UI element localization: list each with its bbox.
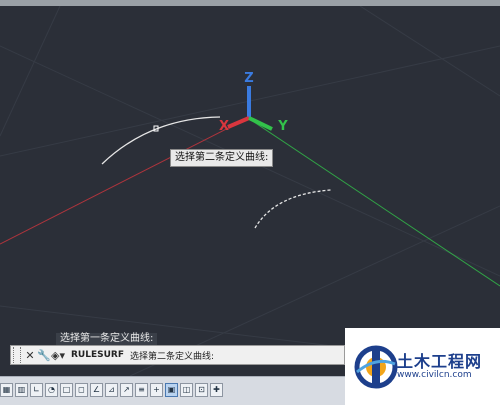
annotation-monitor-icon[interactable]: ⊡ [195,383,208,397]
drawing-viewport[interactable]: Z X Y 选择第二条定义曲线: [0,6,500,376]
ucs-y-label: Y [277,119,288,134]
status-bar-tools: ▦ ▥ ∟ ◔ □ ◻ ∠ ⊿ ↗ ≡ + ▣ ◫ ⊡ ✚ [0,383,225,397]
command-line[interactable]: ✕ 🔧 ◈▾ RULESURF 选择第二条定义曲线: [10,345,345,365]
ucs-y-arrow [248,116,273,131]
autocad-window: Z X Y 选择第二条定义曲线: 选择第一条定义曲线: ✕ 🔧 ◈▾ RULES… [0,0,500,405]
workspace-icon[interactable]: ✚ [210,383,223,397]
osnap-icon[interactable]: □ [60,383,73,397]
wrench-icon[interactable]: 🔧 [37,347,51,363]
transparency-icon[interactable]: + [150,383,163,397]
ucs-z-label: Z [244,71,253,86]
ucs-icon: Z X Y [219,71,288,134]
watermark-brand: 土木工程网 [397,352,483,371]
watermark-logo: 土木工程网 www.civilcn.com [345,328,500,405]
second-defining-curve[interactable] [254,189,332,229]
x-axis-line [0,117,249,245]
polar-icon[interactable]: ◔ [45,383,58,397]
quick-properties-icon[interactable]: ▣ [165,383,178,397]
ground-grid [0,6,500,376]
ucs-x-arrow [227,116,250,129]
ucs-x-label: X [219,119,229,134]
otrack-icon[interactable]: ∠ [90,383,103,397]
ruled-surface-icon[interactable]: ◈▾ [51,347,65,363]
command-history-line: 选择第一条定义曲线: [56,333,158,345]
viewport-canvas: Z X Y [0,6,500,376]
close-icon[interactable]: ✕ [23,347,37,363]
ortho-icon[interactable]: ∟ [30,383,43,397]
3d-osnap-icon[interactable]: ◻ [75,383,88,397]
snap-icon[interactable]: ▥ [15,383,28,397]
command-line-grip[interactable] [13,347,21,363]
command-name: RULESURF [71,350,124,360]
dynamic-input-tooltip: 选择第二条定义曲线: [170,149,274,167]
grid-icon[interactable]: ▦ [0,383,13,397]
selection-cycling-icon[interactable]: ◫ [180,383,193,397]
ducs-icon[interactable]: ⊿ [105,383,118,397]
y-axis-line [247,117,500,287]
civilcn-logo-icon [354,345,398,389]
watermark-url: www.civilcn.com [397,370,472,380]
command-prompt[interactable]: 选择第二条定义曲线: [130,349,214,362]
lineweight-icon[interactable]: ≡ [135,383,148,397]
dyn-icon[interactable]: ↗ [120,383,133,397]
